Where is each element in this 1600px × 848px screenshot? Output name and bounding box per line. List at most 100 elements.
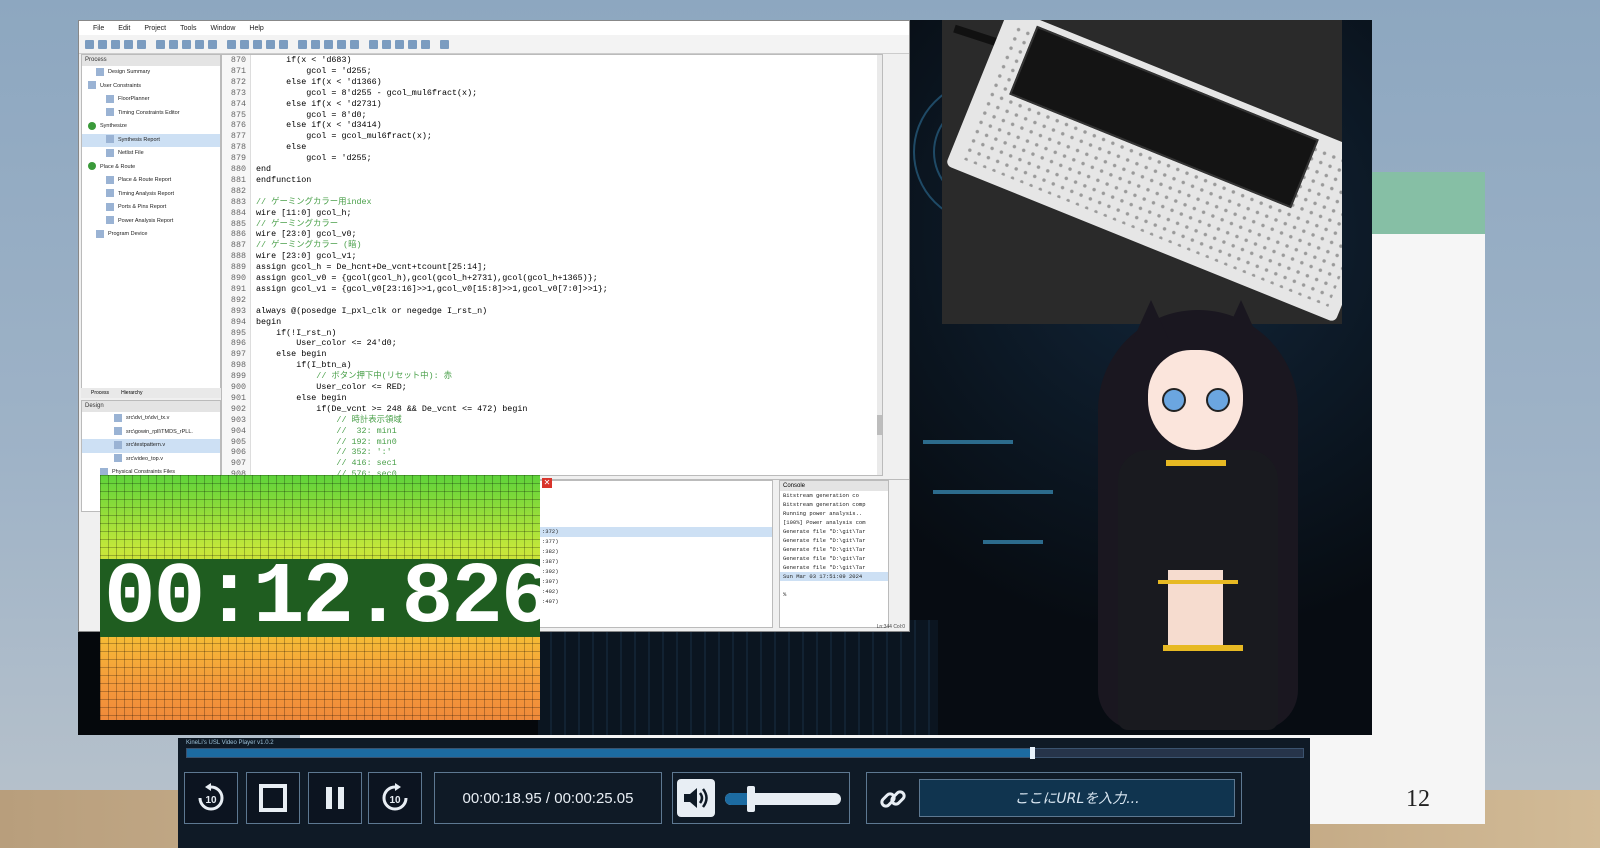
- code-text: else if(x < 'd2731): [256, 98, 382, 109]
- process-item[interactable]: Design Summary: [82, 66, 220, 80]
- process-item[interactable]: User Constraints: [82, 80, 220, 94]
- volume-button[interactable]: [677, 779, 715, 817]
- toolbar-button[interactable]: [266, 39, 275, 49]
- toolbar-button[interactable]: [395, 39, 404, 49]
- message-row[interactable]: :377): [540, 537, 772, 547]
- design-item[interactable]: src\gowin_rpll\TMDS_rPLL.: [82, 426, 220, 440]
- process-item-label: Synthesis Report: [118, 136, 160, 143]
- tab-process[interactable]: Process: [91, 388, 109, 398]
- message-row[interactable]: :407): [540, 597, 772, 607]
- process-item[interactable]: Place & Route: [82, 161, 220, 175]
- toolbar-button[interactable]: [253, 39, 262, 49]
- code-editor[interactable]: 870 if(x < 'd683) 871 gcol = 'd255; 872 el…: [221, 54, 883, 476]
- toolbar-button[interactable]: [350, 39, 359, 49]
- line-number: 899: [230, 371, 246, 382]
- toolbar-button[interactable]: [311, 39, 320, 49]
- link-icon[interactable]: [875, 781, 911, 817]
- document-icon: [96, 67, 104, 76]
- line-number: 888: [230, 251, 246, 262]
- design-item-label: src\testpattern.v: [126, 442, 166, 448]
- toolbar-button[interactable]: [337, 39, 346, 49]
- menu-item-window[interactable]: Window: [210, 25, 235, 32]
- toolbar-button[interactable]: [169, 39, 178, 49]
- design-item[interactable]: src\testpattern.v: [82, 439, 220, 453]
- process-tree: Design Summary User Constraints FloorPlann…: [82, 66, 220, 242]
- console-line: Bitstream generation comp: [783, 501, 866, 508]
- toolbar-button[interactable]: [240, 39, 249, 49]
- menu-item-tools[interactable]: Tools: [180, 25, 196, 32]
- message-row[interactable]: :402): [540, 587, 772, 597]
- stop-icon: [259, 784, 287, 812]
- toolbar-button[interactable]: [182, 39, 191, 49]
- process-item[interactable]: Synthesis Report: [82, 133, 220, 147]
- toolbar-button[interactable]: [98, 39, 107, 49]
- line-number: 886: [230, 229, 246, 240]
- code-text: assign gcol_v0 = {gcol(gcol_h),gcol(gcol…: [256, 273, 598, 283]
- line-number: 876: [230, 120, 246, 131]
- url-input[interactable]: ここにURLを入力...: [919, 779, 1235, 817]
- background-panel: [1360, 172, 1485, 234]
- toolbar-button[interactable]: [85, 39, 94, 49]
- code-text: begin: [256, 316, 282, 327]
- code-text: always @(posedge I_pxl_clk or negedge I_…: [256, 305, 488, 316]
- console-line: Generate file "D:\git\Tar: [783, 528, 866, 535]
- line-number: 905: [230, 436, 246, 447]
- svg-text:10: 10: [389, 795, 401, 806]
- design-item[interactable]: src\video_top.v: [82, 453, 220, 467]
- design-item[interactable]: src\dvi_tx\dvi_tx.v: [82, 412, 220, 426]
- message-row[interactable]: :392): [540, 567, 772, 577]
- toolbar-button[interactable]: [440, 39, 449, 49]
- process-item[interactable]: Timing Constraints Editor: [82, 107, 220, 121]
- menu-bar: File Edit Project Tools Window Help: [79, 21, 909, 35]
- message-row[interactable]: :387): [540, 557, 772, 567]
- process-item[interactable]: Netlist File: [82, 147, 220, 161]
- toolbar-button[interactable]: [324, 39, 333, 49]
- process-item[interactable]: Synthesize: [82, 120, 220, 134]
- stop-button[interactable]: [246, 772, 300, 824]
- line-number: 882: [230, 185, 246, 196]
- close-icon[interactable]: ✕: [542, 478, 552, 488]
- volume-slider[interactable]: [725, 786, 841, 812]
- pause-button[interactable]: [308, 772, 362, 824]
- message-row[interactable]: :397): [540, 577, 772, 587]
- seek-bar[interactable]: [186, 747, 1304, 759]
- process-item[interactable]: Power Analysis Report: [82, 215, 220, 229]
- toolbar-button[interactable]: [279, 39, 288, 49]
- code-text: if(I_btn_a): [256, 360, 352, 371]
- toolbar-button[interactable]: [227, 39, 236, 49]
- toolbar-button[interactable]: [408, 39, 417, 49]
- tab-hierarchy[interactable]: Hierarchy: [121, 388, 142, 398]
- code-line: 897 else begin: [222, 349, 882, 360]
- process-item[interactable]: Timing Analysis Report: [82, 188, 220, 202]
- process-item[interactable]: Place & Route Report: [82, 174, 220, 188]
- toolbar-button[interactable]: [111, 39, 120, 49]
- toolbar-button[interactable]: [369, 39, 378, 49]
- forward-10-button[interactable]: 10: [368, 772, 422, 824]
- toolbar-button[interactable]: [124, 39, 133, 49]
- toolbar-button[interactable]: [195, 39, 204, 49]
- toolbar-button[interactable]: [208, 39, 217, 49]
- menu-item-project[interactable]: Project: [144, 25, 166, 32]
- volume-slider-handle[interactable]: [746, 786, 755, 812]
- toolbar-button[interactable]: [298, 39, 307, 49]
- menu-item-help[interactable]: Help: [249, 25, 263, 32]
- toolbar-button[interactable]: [382, 39, 391, 49]
- document-icon: [106, 189, 114, 198]
- code-line: 884 wire [11:0] gcol_h;: [222, 208, 882, 219]
- process-item[interactable]: FloorPlanner: [82, 93, 220, 107]
- menu-item-file[interactable]: File: [93, 25, 104, 32]
- editor-scrollbar[interactable]: [877, 55, 882, 475]
- toolbar-button[interactable]: [137, 39, 146, 49]
- document-icon: [106, 202, 114, 211]
- process-item[interactable]: Program Device: [82, 228, 220, 242]
- message-row[interactable]: :382): [540, 547, 772, 557]
- process-item[interactable]: Ports & Pins Report: [82, 201, 220, 215]
- toolbar-button[interactable]: [421, 39, 430, 49]
- message-row[interactable]: :372): [540, 527, 772, 537]
- code-line: 899 // ボタン押下中(リセット中): 赤: [222, 371, 882, 382]
- seek-bar-handle[interactable]: [1029, 747, 1035, 759]
- menu-item-edit[interactable]: Edit: [118, 25, 130, 32]
- toolbar-button[interactable]: [156, 39, 165, 49]
- rewind-10-button[interactable]: 10: [184, 772, 238, 824]
